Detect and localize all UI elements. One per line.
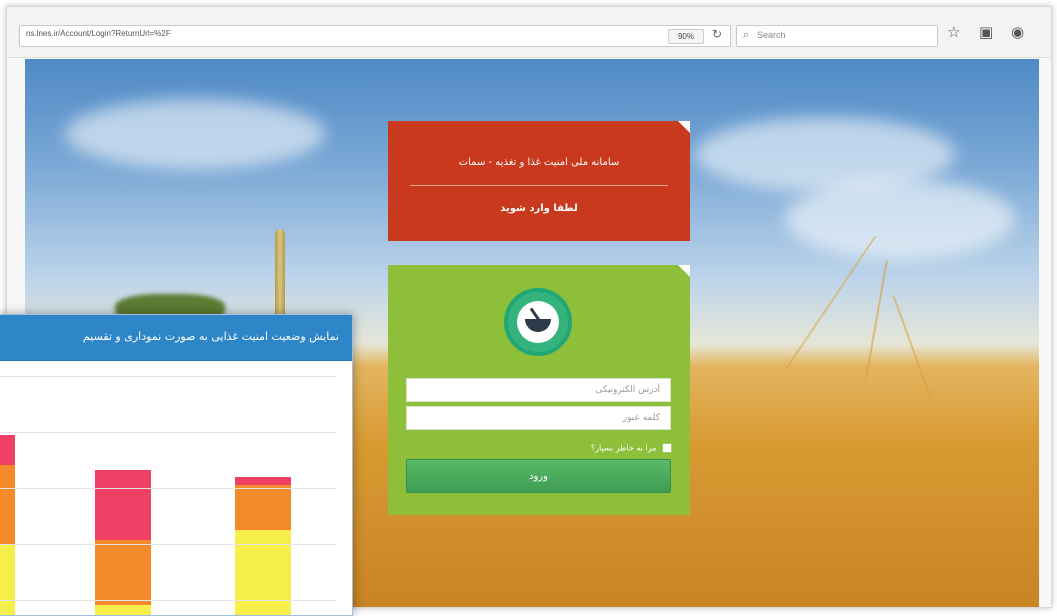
search-icon: ⌕ bbox=[743, 28, 750, 41]
bar-segment-3-3 bbox=[235, 477, 291, 485]
system-title: سامانه ملی امنیت غذا و تغذیه - سمات bbox=[458, 157, 620, 168]
email-field[interactable]: آدرس الکترونیکی bbox=[406, 378, 671, 402]
bar-segment-3-2 bbox=[235, 485, 291, 530]
browser-toolbar: ns.lnes.ir/Account/Login?ReturnUrl=%2F 9… bbox=[7, 7, 1051, 58]
grid-line bbox=[0, 432, 336, 433]
bowl-icon bbox=[525, 319, 551, 332]
chart-window: نمایش وضعیت امنیت غذایی به صورت نموداری … bbox=[0, 314, 353, 616]
email-placeholder: آدرس الکترونیکی bbox=[595, 385, 660, 395]
clipboard-icon[interactable]: ▣ bbox=[979, 23, 993, 41]
bar-segment-2-1 bbox=[95, 605, 151, 615]
bar-segment-3-1 bbox=[235, 530, 291, 615]
chart-title: نمایش وضعیت امنیت غذایی به صورت نموداری … bbox=[82, 330, 339, 343]
background-cloud bbox=[785, 179, 1015, 259]
logo-inner bbox=[517, 301, 559, 343]
search-input[interactable]: ⌕ Search bbox=[736, 25, 938, 47]
login-prompt: لطفا وارد شوید bbox=[500, 203, 578, 214]
password-field[interactable]: کلمه عبور bbox=[406, 406, 671, 430]
remember-checkbox[interactable] bbox=[662, 443, 672, 453]
bar-segment-2-2 bbox=[95, 540, 151, 605]
search-placeholder: Search bbox=[757, 30, 786, 40]
wheat-stem bbox=[865, 260, 888, 380]
zoom-indicator[interactable]: 90% bbox=[668, 29, 704, 44]
bar-segment-1-2 bbox=[0, 465, 15, 545]
grid-line bbox=[0, 600, 336, 601]
grid-line bbox=[0, 376, 336, 377]
address-bar[interactable]: ns.lnes.ir/Account/Login?ReturnUrl=%2F 9… bbox=[19, 25, 731, 47]
login-button[interactable]: ورود bbox=[406, 459, 671, 493]
food-bowl-logo-icon bbox=[504, 288, 572, 356]
login-card: آدرس الکترونیکی کلمه عبور مرا به خاطر بس… bbox=[388, 265, 690, 515]
bar-segment-1-1 bbox=[0, 545, 15, 615]
reload-icon[interactable]: ↻ bbox=[712, 27, 722, 41]
grid-line bbox=[0, 488, 336, 489]
wheat-stem bbox=[892, 295, 932, 400]
bar-segment-2-3 bbox=[95, 470, 151, 540]
bar-segment-1-3 bbox=[0, 435, 15, 465]
background-cloud bbox=[65, 99, 325, 169]
chart-area bbox=[0, 361, 352, 615]
remember-label: مرا به خاطر بسپار؟ bbox=[590, 443, 657, 453]
wheat-stalk bbox=[275, 229, 285, 319]
title-divider bbox=[410, 185, 668, 186]
pocket-icon[interactable]: ◉ bbox=[1011, 23, 1024, 41]
star-icon[interactable]: ☆ bbox=[947, 23, 960, 41]
chart-header: نمایش وضعیت امنیت غذایی به صورت نموداری … bbox=[0, 315, 352, 361]
wheat-stem bbox=[785, 235, 877, 370]
grid-line bbox=[0, 544, 336, 545]
password-placeholder: کلمه عبور bbox=[622, 413, 660, 423]
title-card: سامانه ملی امنیت غذا و تغذیه - سمات لطفا… bbox=[388, 121, 690, 241]
url-text: ns.lnes.ir/Account/Login?ReturnUrl=%2F bbox=[26, 29, 171, 38]
remember-me[interactable]: مرا به خاطر بسپار؟ bbox=[588, 443, 672, 455]
